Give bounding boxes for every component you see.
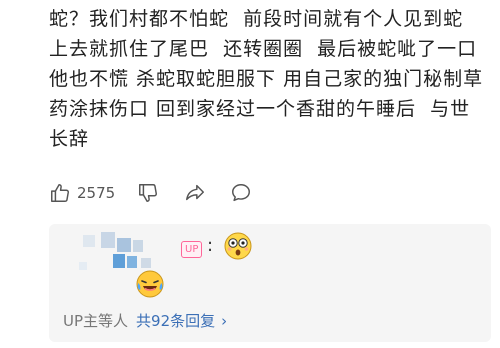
reply-colon: : xyxy=(207,235,214,256)
thumbs-down-icon xyxy=(139,184,158,202)
dislike-button[interactable] xyxy=(137,182,159,204)
reply-count-link[interactable]: 共92条回复 xyxy=(136,310,215,331)
comment-text: 蛇？我们村都不怕蛇 前段时间就有个人见到蛇 上去就抓住了尾巴 还转圈圈 最后被蛇… xyxy=(49,4,495,154)
chevron-right-icon: › xyxy=(221,311,228,330)
share-icon xyxy=(186,184,205,201)
comment-line: 药涂抹伤口 回到家经过一个香甜的午睡后 与世 xyxy=(49,98,471,120)
laughing-crying-face-emoji xyxy=(136,270,164,298)
thumbs-up-icon xyxy=(51,184,69,202)
comment-icon xyxy=(232,184,251,202)
comment-line: 他也不慌 杀蛇取蛇胆服下 用自己家的独门秘制草 xyxy=(49,68,484,90)
surprised-face-emoji xyxy=(224,232,252,260)
comment-line: 上去就抓住了尾巴 还转圈圈 最后被蛇呲了一口 xyxy=(49,38,478,60)
comment-line: 长辞 xyxy=(49,128,90,150)
share-button[interactable] xyxy=(183,182,207,204)
up-badge: UP xyxy=(181,241,203,258)
reply-button[interactable] xyxy=(229,182,253,204)
reply-preview[interactable]: UP : UP主等人 共92条回复 › xyxy=(49,224,491,342)
reply-footer[interactable]: UP主等人 共92条回复 › xyxy=(63,310,227,331)
like-button[interactable]: 2575 xyxy=(49,182,115,204)
comment-line: 蛇？我们村都不怕蛇 前段时间就有个人见到蛇 xyxy=(49,8,464,30)
comment-actions: 2575 xyxy=(49,180,253,206)
like-count: 2575 xyxy=(77,184,116,202)
reply-authors: UP主等人 xyxy=(63,312,129,330)
